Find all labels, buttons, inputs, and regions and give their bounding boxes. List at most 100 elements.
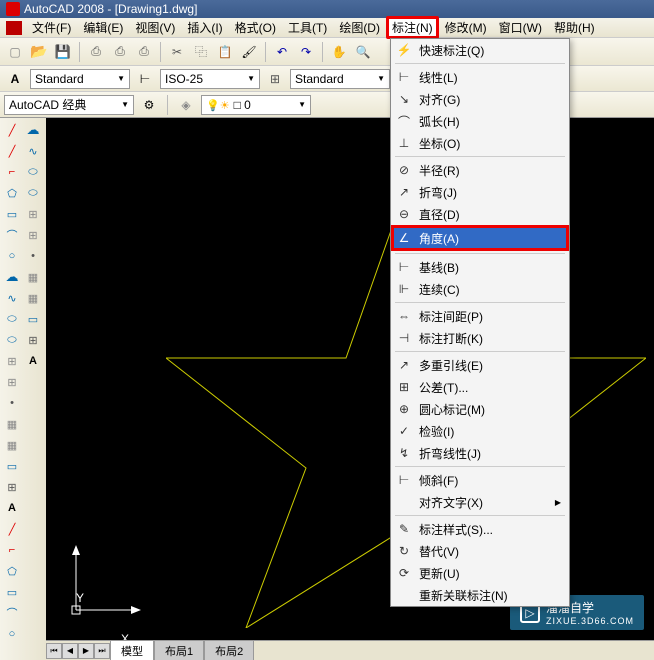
mtext-tool[interactable] xyxy=(2,498,22,518)
zoom-button[interactable] xyxy=(352,41,374,63)
dim-quick[interactable]: ⚡快速标注(Q) xyxy=(391,39,569,61)
menu-edit[interactable]: 编辑(E) xyxy=(77,17,129,38)
save-button[interactable] xyxy=(52,41,74,63)
print-button[interactable] xyxy=(85,41,107,63)
dim-linear[interactable]: ⊢线性(L) xyxy=(391,66,569,88)
modify6-tool[interactable] xyxy=(2,624,22,644)
menu-modify[interactable]: 修改(M) xyxy=(439,17,493,38)
dim-jogged[interactable]: ↗折弯(J) xyxy=(391,181,569,203)
tablestyle-combo[interactable]: Standard▼ xyxy=(290,69,390,89)
insert-block-tool[interactable] xyxy=(2,351,22,371)
revcloud-tool[interactable] xyxy=(2,267,22,287)
modify7-tool[interactable] xyxy=(23,120,43,140)
line-tool[interactable] xyxy=(2,120,22,140)
dim-angular[interactable]: ∠角度(A) xyxy=(391,225,569,251)
dim-baseline[interactable]: ⊢基线(B) xyxy=(391,256,569,278)
workspace-settings-button[interactable]: ⚙ xyxy=(138,94,160,116)
menu-window[interactable]: 窗口(W) xyxy=(493,17,548,38)
polyline-tool[interactable] xyxy=(2,162,22,182)
tab-last-button[interactable]: ⏭ xyxy=(94,643,110,659)
dim-tolerance[interactable]: ⊞公差(T)... xyxy=(391,376,569,398)
modify4-tool[interactable] xyxy=(2,582,22,602)
textstyle-icon[interactable] xyxy=(4,68,26,90)
table-tool[interactable] xyxy=(2,477,22,497)
textstyle-combo[interactable]: Standard▼ xyxy=(30,69,130,89)
modify13-tool[interactable] xyxy=(23,246,43,266)
plot-preview-button[interactable] xyxy=(109,41,131,63)
dim-inspect[interactable]: ✓检验(I) xyxy=(391,420,569,442)
dim-aligned[interactable]: ↘对齐(G) xyxy=(391,88,569,110)
redo-button[interactable] xyxy=(295,41,317,63)
doc-icon[interactable] xyxy=(6,21,22,35)
tablestyle-icon[interactable] xyxy=(264,68,286,90)
dim-ordinate[interactable]: ⊥坐标(O) xyxy=(391,132,569,154)
region-tool[interactable] xyxy=(2,456,22,476)
dim-style[interactable]: ✎标注样式(S)... xyxy=(391,518,569,540)
make-block-tool[interactable] xyxy=(2,372,22,392)
dim-override[interactable]: ↻替代(V) xyxy=(391,540,569,562)
modify9-tool[interactable] xyxy=(23,162,43,182)
tab-layout1[interactable]: 布局1 xyxy=(154,640,204,660)
dim-space[interactable]: ⇔标注间距(P) xyxy=(391,305,569,327)
dim-oblique[interactable]: ⊢倾斜(F) xyxy=(391,469,569,491)
layer-combo[interactable]: □ 0 ▼ xyxy=(201,95,311,115)
layer-props-button[interactable] xyxy=(175,94,197,116)
point-tool[interactable] xyxy=(2,393,22,413)
modify18-tool[interactable] xyxy=(23,351,43,371)
modify16-tool[interactable] xyxy=(23,309,43,329)
dimstyle-combo[interactable]: ISO-25▼ xyxy=(160,69,260,89)
tab-model[interactable]: 模型 xyxy=(110,640,154,660)
open-button[interactable] xyxy=(28,41,50,63)
dim-mleader[interactable]: ↗多重引线(E) xyxy=(391,354,569,376)
dim-arc[interactable]: ⌒弧长(H) xyxy=(391,110,569,132)
rectangle-tool[interactable] xyxy=(2,204,22,224)
modify10-tool[interactable] xyxy=(23,183,43,203)
match-props-button[interactable] xyxy=(238,41,260,63)
modify11-tool[interactable] xyxy=(23,204,43,224)
cut-button[interactable] xyxy=(166,41,188,63)
dim-aligntext[interactable]: 对齐文字(X)▶ xyxy=(391,491,569,513)
menu-dimension[interactable]: 标注(N) xyxy=(386,16,439,39)
dim-update[interactable]: ⟳更新(U) xyxy=(391,562,569,584)
new-button[interactable] xyxy=(4,41,26,63)
modify14-tool[interactable] xyxy=(23,267,43,287)
modify8-tool[interactable] xyxy=(23,141,43,161)
dim-center[interactable]: ⊕圆心标记(M) xyxy=(391,398,569,420)
ellipse-tool[interactable] xyxy=(2,309,22,329)
modify1-tool[interactable] xyxy=(2,519,22,539)
dim-continue[interactable]: ⊩连续(C) xyxy=(391,278,569,300)
undo-button[interactable] xyxy=(271,41,293,63)
modify3-tool[interactable] xyxy=(2,561,22,581)
menu-insert[interactable]: 插入(I) xyxy=(181,17,228,38)
dim-diameter[interactable]: ⊖直径(D) xyxy=(391,203,569,225)
paste-button[interactable] xyxy=(214,41,236,63)
modify15-tool[interactable] xyxy=(23,288,43,308)
dim-reassociate[interactable]: 重新关联标注(N) xyxy=(391,584,569,606)
spline-tool[interactable] xyxy=(2,288,22,308)
copy-button[interactable] xyxy=(190,41,212,63)
xline-tool[interactable] xyxy=(2,141,22,161)
dimstyle-icon[interactable]: ⊢ xyxy=(134,68,156,90)
menu-view[interactable]: 视图(V) xyxy=(129,17,181,38)
menu-tools[interactable]: 工具(T) xyxy=(282,17,333,38)
modify5-tool[interactable] xyxy=(2,603,22,623)
ellipse-arc-tool[interactable] xyxy=(2,330,22,350)
modify17-tool[interactable] xyxy=(23,330,43,350)
dim-radius[interactable]: ⊘半径(R) xyxy=(391,159,569,181)
workspace-combo[interactable]: AutoCAD 经典▼ xyxy=(4,95,134,115)
menu-draw[interactable]: 绘图(D) xyxy=(333,17,386,38)
arc-tool[interactable] xyxy=(2,225,22,245)
dim-break[interactable]: ⊣标注打断(K) xyxy=(391,327,569,349)
modify12-tool[interactable] xyxy=(23,225,43,245)
circle-tool[interactable] xyxy=(2,246,22,266)
publish-button[interactable] xyxy=(133,41,155,63)
modify2-tool[interactable] xyxy=(2,540,22,560)
menu-format[interactable]: 格式(O) xyxy=(229,17,282,38)
polygon-tool[interactable] xyxy=(2,183,22,203)
hatch-tool[interactable] xyxy=(2,414,22,434)
tab-next-button[interactable]: ▶ xyxy=(78,643,94,659)
menu-file[interactable]: 文件(F) xyxy=(26,17,77,38)
menu-help[interactable]: 帮助(H) xyxy=(548,17,601,38)
pan-button[interactable] xyxy=(328,41,350,63)
gradient-tool[interactable] xyxy=(2,435,22,455)
